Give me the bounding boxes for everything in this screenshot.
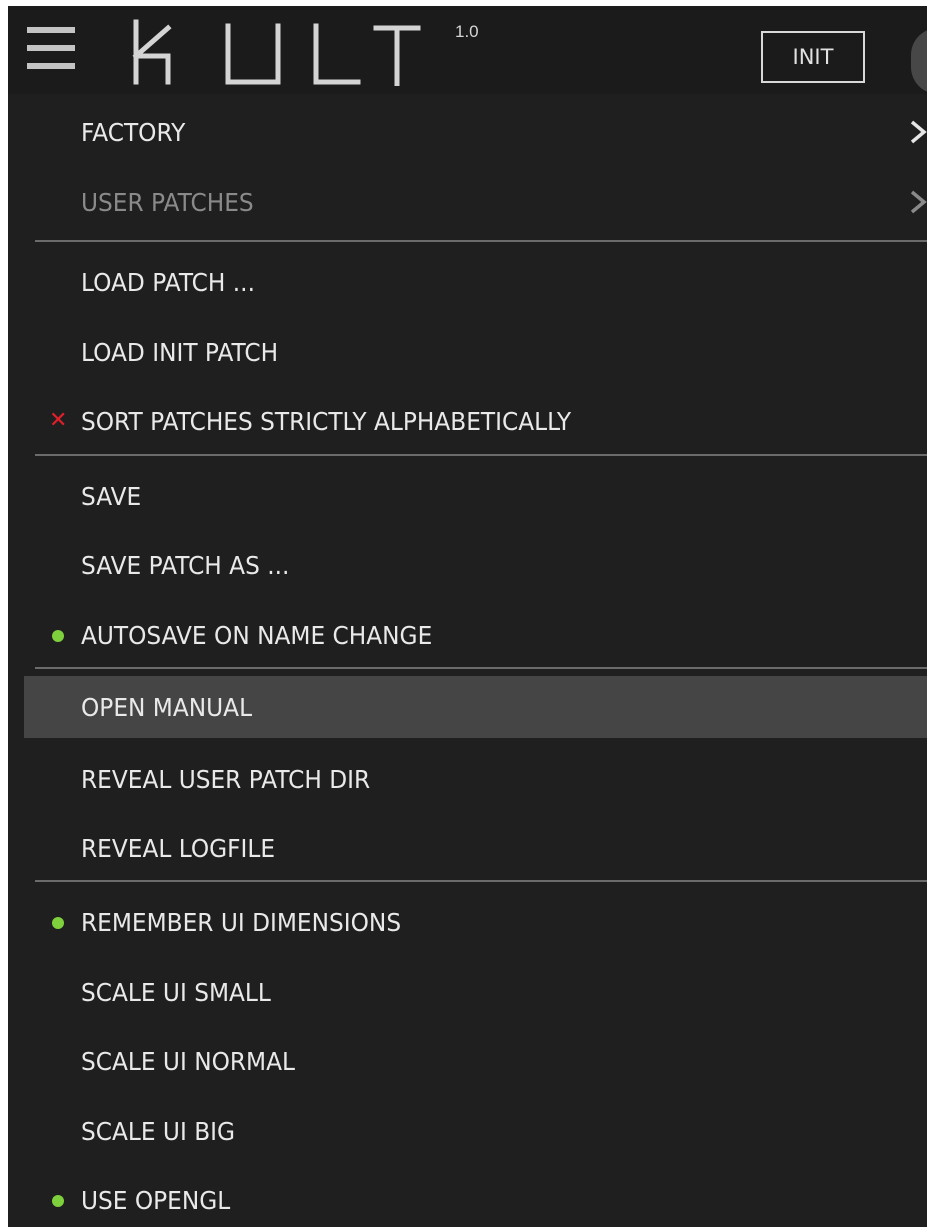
kult-plugin-window: 1.0 INIT FACTORY USER PATCHES LOAD PATCH… — [8, 6, 927, 1227]
menu-item-label: REVEAL USER PATCH DIR — [81, 764, 371, 794]
header-bar: 1.0 INIT — [8, 6, 927, 94]
menu-item-load-patch[interactable]: LOAD PATCH ... — [24, 252, 927, 312]
menu-item-save-patch-as[interactable]: SAVE PATCH AS ... — [24, 535, 927, 595]
enabled-dot-icon — [52, 630, 64, 642]
menu-separator — [35, 240, 927, 242]
menu-item-label: REVEAL LOGFILE — [81, 833, 276, 863]
menu-item-remember-ui-dimensions[interactable]: REMEMBER UI DIMENSIONS — [24, 892, 927, 952]
menu-item-user-patches[interactable]: USER PATCHES — [24, 172, 927, 232]
menu-item-label: SORT PATCHES STRICTLY ALPHABETICALLY — [81, 406, 572, 436]
menu-item-use-opengl[interactable]: USE OPENGL — [24, 1170, 927, 1227]
menu-item-label: SCALE UI BIG — [81, 1116, 236, 1146]
menu-item-label: AUTOSAVE ON NAME CHANGE — [81, 620, 433, 650]
menu-item-label: LOAD INIT PATCH — [81, 337, 279, 367]
menu-item-label: SCALE UI SMALL — [81, 977, 271, 1007]
menu-item-label: USE OPENGL — [81, 1185, 231, 1215]
enabled-dot-icon — [52, 1195, 64, 1207]
menu-item-reveal-user-patch-dir[interactable]: REVEAL USER PATCH DIR — [24, 749, 927, 809]
menu-item-scale-ui-small[interactable]: SCALE UI SMALL — [24, 962, 927, 1022]
menu-item-load-init-patch[interactable]: LOAD INIT PATCH — [24, 322, 927, 382]
init-patch-button[interactable]: INIT — [761, 31, 865, 83]
disabled-x-icon: ✕ — [49, 408, 68, 433]
menu-item-save[interactable]: SAVE — [24, 466, 927, 526]
menu-item-label: FACTORY — [81, 117, 186, 147]
hamburger-menu-icon[interactable] — [27, 25, 77, 75]
menu-item-sort-patches[interactable]: ✕ SORT PATCHES STRICTLY ALPHABETICALLY — [24, 391, 927, 451]
menu-item-label: USER PATCHES — [81, 187, 254, 217]
menu-item-autosave[interactable]: AUTOSAVE ON NAME CHANGE — [24, 605, 927, 665]
chevron-right-icon — [910, 120, 927, 144]
menu-item-label: OPEN MANUAL — [81, 692, 253, 722]
menu-separator — [35, 667, 927, 669]
menu-item-factory[interactable]: FACTORY — [24, 102, 927, 162]
menu-separator — [35, 454, 927, 456]
menu-item-label: LOAD PATCH ... — [81, 267, 255, 297]
menu-item-scale-ui-normal[interactable]: SCALE UI NORMAL — [24, 1031, 927, 1091]
menu-item-open-manual[interactable]: OPEN MANUAL — [24, 676, 927, 738]
chevron-right-icon — [910, 190, 927, 214]
menu-item-scale-ui-big[interactable]: SCALE UI BIG — [24, 1101, 927, 1161]
knob[interactable] — [911, 28, 927, 94]
menu-item-reveal-logfile[interactable]: REVEAL LOGFILE — [24, 818, 927, 878]
menu-separator — [35, 880, 927, 882]
menu-item-label: SAVE PATCH AS ... — [81, 550, 290, 580]
enabled-dot-icon — [52, 917, 64, 929]
menu-item-label: REMEMBER UI DIMENSIONS — [81, 907, 402, 937]
version-label: 1.0 — [455, 22, 479, 41]
menu-item-label: SCALE UI NORMAL — [81, 1046, 295, 1076]
menu-item-label: SAVE — [81, 481, 142, 511]
kult-logo — [132, 19, 421, 86]
